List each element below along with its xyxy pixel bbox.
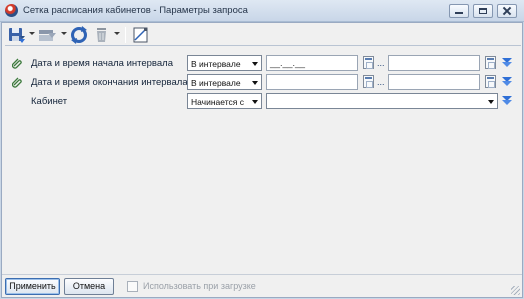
expand-down-icon[interactable]: [502, 77, 512, 86]
filter-row-end-datetime: Дата и время окончания интервала В интер…: [2, 73, 524, 91]
settings-button[interactable]: [131, 25, 151, 45]
range-separator: ...: [377, 58, 385, 68]
cabinet-value-select[interactable]: [266, 93, 498, 109]
start-datetime-label: Дата и время начала интервала: [31, 58, 173, 69]
filter-row-start-datetime: Дата и время начала интервала В интервал…: [2, 54, 524, 72]
end-datetime-label: Дата и время окончания интервала: [31, 77, 188, 88]
end-from-date-field[interactable]: [266, 74, 358, 90]
close-icon: [503, 7, 511, 15]
toolbar-separator: [125, 27, 126, 43]
minimize-button[interactable]: [449, 4, 469, 18]
range-separator: ...: [377, 77, 385, 87]
calendar-icon[interactable]: [485, 75, 496, 88]
chevron-down-icon: [252, 62, 258, 66]
maximize-icon: [479, 8, 487, 14]
delete-icon: [97, 28, 106, 42]
load-icon: [39, 30, 56, 41]
window-title: Сетка расписания кабинетов - Параметры з…: [23, 5, 248, 16]
cabinet-condition-value: Начинается с: [191, 97, 244, 107]
calendar-icon[interactable]: [485, 56, 496, 69]
close-button[interactable]: [497, 4, 517, 18]
use-on-load-label: Использовать при загрузке: [143, 281, 256, 291]
start-condition-value: В интервале: [191, 59, 241, 69]
minimize-icon: [455, 12, 463, 15]
calendar-icon[interactable]: [363, 75, 374, 88]
start-from-date-value: __.__.__: [270, 58, 306, 68]
load-dropdown-arrow[interactable]: [61, 32, 67, 35]
refresh-icon: [71, 26, 87, 44]
paperclip-icon: [12, 77, 22, 88]
delete-dropdown-arrow[interactable]: [114, 32, 120, 35]
start-condition-select[interactable]: В интервале: [187, 55, 262, 71]
calendar-icon[interactable]: [363, 56, 374, 69]
paperclip-icon: [12, 58, 22, 69]
resize-grip[interactable]: [511, 286, 520, 295]
end-condition-select[interactable]: В интервале: [187, 74, 262, 90]
start-from-date-field[interactable]: __.__.__: [266, 55, 358, 71]
expand-down-icon[interactable]: [502, 96, 512, 105]
title-bar[interactable]: Сетка расписания кабинетов - Параметры з…: [0, 0, 524, 22]
delete-button[interactable]: [92, 25, 112, 45]
save-button[interactable]: [7, 25, 27, 45]
chevron-down-icon: [252, 81, 258, 85]
load-button[interactable]: [37, 25, 59, 45]
cabinet-condition-select[interactable]: Начинается с: [187, 93, 262, 109]
start-to-date-field[interactable]: [388, 55, 480, 71]
apply-button[interactable]: Применить: [5, 278, 60, 295]
save-dropdown-arrow[interactable]: [29, 32, 35, 35]
toolbar: [5, 24, 521, 46]
cabinet-label: Кабинет: [31, 96, 68, 107]
app-logo-icon: [5, 4, 18, 17]
chevron-down-icon: [488, 100, 494, 104]
chevron-down-icon: [252, 100, 258, 104]
maximize-button[interactable]: [473, 4, 493, 18]
dialog-window: Дата и время начала интервала В интервал…: [1, 22, 523, 298]
settings-icon: [133, 27, 148, 43]
refresh-button[interactable]: [69, 25, 89, 45]
use-on-load-checkbox[interactable]: [127, 281, 138, 292]
cancel-button[interactable]: Отмена: [64, 278, 114, 295]
end-condition-value: В интервале: [191, 78, 241, 88]
filter-row-cabinet: Кабинет Начинается с: [2, 92, 524, 110]
save-icon: [9, 28, 25, 43]
expand-down-icon[interactable]: [502, 58, 512, 67]
end-to-date-field[interactable]: [388, 74, 480, 90]
footer-divider: [2, 274, 522, 275]
